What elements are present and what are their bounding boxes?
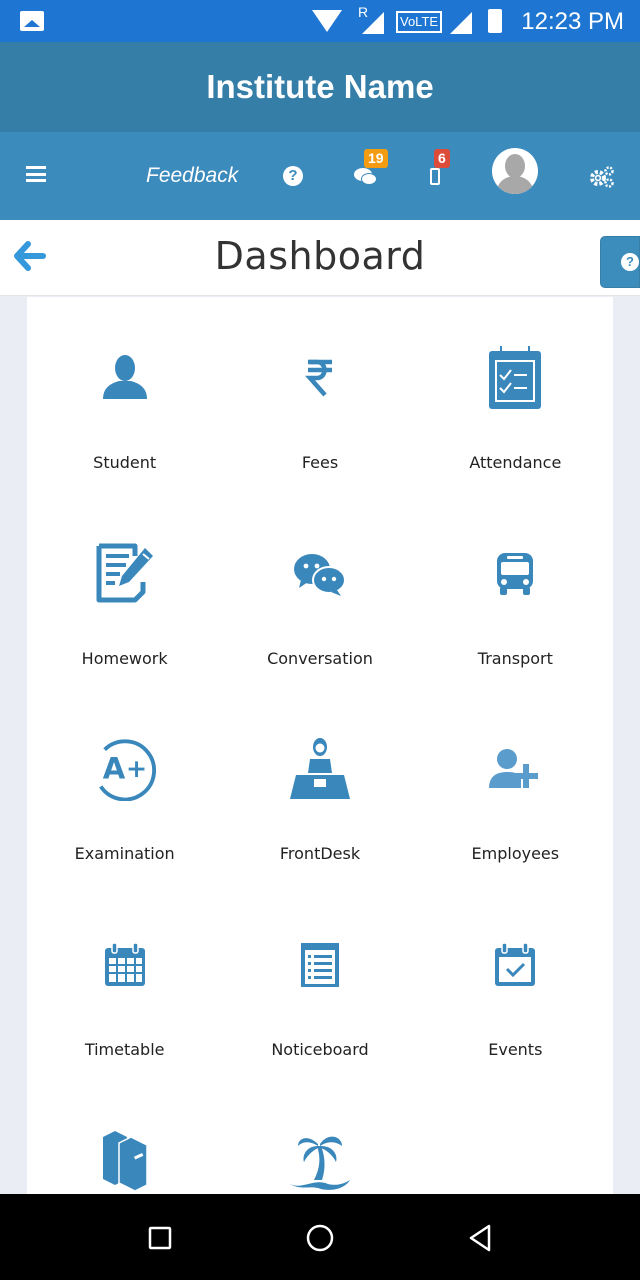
calendar-grid-icon	[93, 932, 157, 998]
feedback-link[interactable]: Feedback	[146, 164, 238, 188]
top-toolbar: Feedback ? 19 6	[0, 132, 640, 220]
palm-tree-icon	[288, 1127, 352, 1193]
tile-student[interactable]: Student	[27, 297, 222, 493]
tile-label: Timetable	[84, 1039, 165, 1059]
books-icon	[93, 1127, 157, 1193]
notice-list-icon	[288, 932, 352, 998]
tile-conversation[interactable]: Conversation	[222, 493, 417, 689]
tile-events[interactable]: Events	[418, 884, 613, 1080]
tile-timetable[interactable]: Timetable	[27, 884, 222, 1080]
help-icon[interactable]: ?	[283, 166, 303, 186]
battery-icon	[488, 9, 502, 33]
tile-label: Attendance	[469, 453, 562, 472]
tile-label: Conversation	[267, 648, 373, 668]
back-icon[interactable]	[467, 1223, 493, 1258]
mobile-notifications-icon[interactable]	[430, 168, 440, 185]
messages-icon[interactable]	[354, 166, 378, 188]
tile-transport[interactable]: Transport	[418, 493, 613, 689]
tile-label: Events	[488, 1039, 543, 1059]
tile-label: Examination	[74, 844, 175, 863]
notifications-badge: 6	[434, 149, 450, 168]
calendar-check-icon	[483, 932, 547, 998]
system-nav-bar	[0, 1194, 640, 1280]
hamburger-icon[interactable]	[26, 166, 46, 182]
svg-text:+: +	[126, 754, 147, 783]
wifi-icon	[312, 8, 342, 34]
status-bar: R VoLTE 12:23 PM	[0, 0, 640, 42]
grade-a-plus-icon: A +	[93, 736, 157, 802]
tile-label: Noticeboard	[271, 1039, 369, 1059]
home-icon[interactable]	[305, 1223, 335, 1258]
page-header: Dashboard ?	[0, 220, 640, 296]
add-user-icon	[483, 736, 547, 802]
user-icon	[93, 345, 157, 411]
clock: 12:23 PM	[521, 8, 624, 35]
tile-label: Homework	[81, 648, 168, 668]
rupee-icon	[288, 345, 352, 411]
tile-attendance[interactable]: Attendance	[418, 297, 613, 493]
tile-library[interactable]	[27, 1079, 222, 1194]
tile-label: Student	[93, 453, 157, 472]
tile-homework[interactable]: Homework	[27, 493, 222, 689]
svg-text:A: A	[102, 752, 125, 786]
tile-examination[interactable]: A + Examination	[27, 688, 222, 884]
signal-icon	[450, 12, 472, 34]
page-title: Dashboard	[214, 234, 426, 278]
tile-frontdesk[interactable]: FrontDesk	[222, 688, 417, 884]
tile-label: Employees	[471, 844, 560, 863]
help-icon: ?	[621, 253, 639, 271]
tile-fees[interactable]: Fees	[222, 297, 417, 493]
institute-name: Institute Name	[206, 68, 434, 105]
roaming-signal-icon	[362, 12, 384, 34]
settings-gears-icon[interactable]	[588, 164, 614, 188]
tile-noticeboard[interactable]: Noticeboard	[222, 884, 417, 1080]
chat-bubbles-icon	[288, 541, 352, 607]
tile-employees[interactable]: Employees	[418, 688, 613, 884]
avatar[interactable]	[492, 148, 538, 194]
tile-holiday[interactable]	[222, 1079, 417, 1194]
app-header: Institute Name	[0, 42, 640, 132]
messages-badge: 19	[364, 149, 388, 168]
homework-edit-icon	[93, 541, 157, 607]
tile-label: Fees	[301, 453, 339, 472]
tile-label: Transport	[477, 648, 553, 668]
receptionist-icon	[288, 736, 352, 802]
volte-icon: VoLTE	[396, 11, 443, 33]
page-help-button[interactable]: ?	[600, 236, 640, 288]
recents-icon[interactable]	[148, 1226, 172, 1255]
attendance-checklist-icon	[483, 345, 547, 411]
bus-icon	[483, 541, 547, 607]
dashboard-panel: Student Fees Attendance Homework Convers…	[27, 297, 613, 1194]
tile-label: FrontDesk	[279, 844, 361, 863]
gallery-icon	[20, 11, 44, 31]
